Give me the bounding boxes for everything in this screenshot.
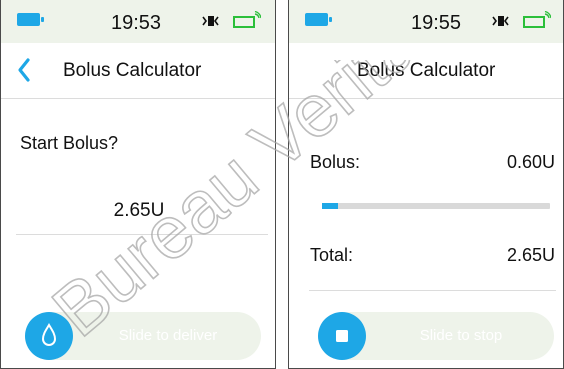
- slider-knob[interactable]: [318, 312, 366, 360]
- slide-to-stop-slider[interactable]: Slide to stop: [318, 312, 554, 360]
- stop-icon: [336, 330, 348, 342]
- phone-battery-signal-icon: [523, 11, 551, 28]
- slider-label: Slide to deliver: [118, 327, 218, 344]
- status-bar: 19:53: [1, 0, 275, 43]
- page-title: Bolus Calculator: [357, 60, 496, 81]
- bolus-amount: 2.65U: [113, 200, 165, 221]
- screen-start-bolus: 19:53 Bolus Calculator Start Bolus? 2.65…: [0, 0, 276, 369]
- slider-label: Slide to stop: [419, 327, 503, 344]
- total-label: Total:: [310, 245, 354, 265]
- drop-icon: [41, 323, 57, 346]
- screen-delivering-bolus: 19:55 Bolus Calculator Bolus: 0.60U Tota…: [288, 0, 564, 369]
- start-bolus-prompt: Start Bolus?: [20, 133, 119, 153]
- divider: [16, 234, 268, 235]
- title-bar: Bolus Calculator: [289, 43, 563, 99]
- vibrate-icon: [492, 16, 509, 26]
- bolus-progress-fill: [322, 203, 338, 209]
- vibrate-icon: [202, 16, 219, 26]
- pump-battery-icon: [305, 13, 332, 26]
- pump-battery-icon: [17, 13, 44, 26]
- bolus-progress-bar: [322, 203, 550, 209]
- bolus-label: Bolus:: [310, 152, 361, 172]
- total-value: 2.65U: [506, 245, 555, 265]
- status-time: 19:53: [111, 12, 162, 34]
- slide-to-deliver-slider[interactable]: Slide to deliver: [25, 312, 261, 360]
- status-bar: 19:55: [289, 0, 563, 43]
- divider: [309, 290, 556, 291]
- status-time: 19:55: [411, 12, 462, 34]
- phone-battery-signal-icon: [233, 11, 261, 28]
- back-chevron-icon[interactable]: [15, 57, 33, 83]
- bolus-delivered-value: 0.60U: [506, 152, 555, 172]
- slider-knob[interactable]: [25, 312, 73, 360]
- page-title: Bolus Calculator: [63, 60, 202, 81]
- title-bar: Bolus Calculator: [1, 43, 275, 99]
